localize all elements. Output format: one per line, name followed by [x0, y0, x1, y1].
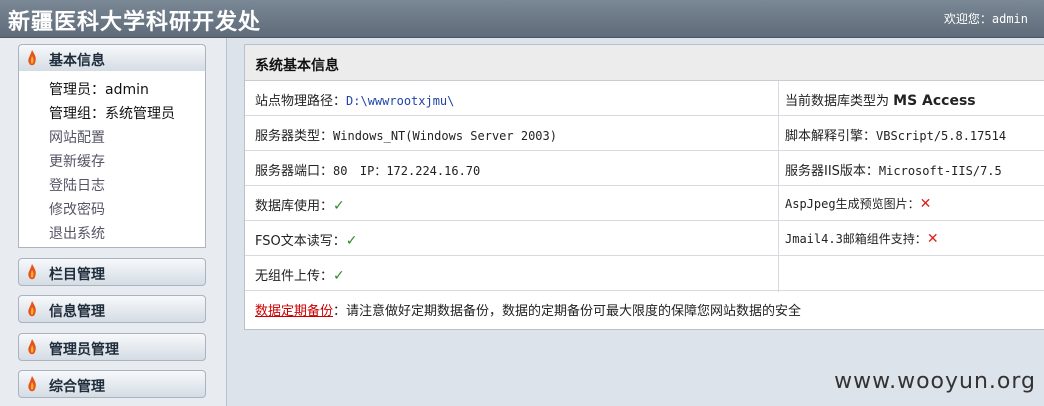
server-port: 服务器端口：80 IP：172.224.16.70: [255, 160, 480, 179]
menu-label: 管理员管理: [49, 342, 119, 358]
info-row: 服务器类型：Windows_NT(Windows Server 2003) 脚本…: [245, 116, 1044, 151]
iis-version: 服务器IIS版本：Microsoft-IIS/7.5: [785, 160, 1002, 179]
flame-icon: [28, 339, 36, 355]
basic-info-submenu: 管理员：admin 管理组：系统管理员 网站配置 更新缓存 登陆日志 修改密码 …: [18, 71, 206, 248]
backup-note: ：请注意做好定期数据备份，数据的定期备份可最大限度的保障您网站数据的安全: [333, 304, 802, 319]
change-password-link[interactable]: 修改密码: [49, 199, 105, 219]
flame-icon: [28, 376, 36, 392]
info-row: 数据库使用：✓ AspJpeg生成预览图片：✕: [245, 186, 1044, 221]
server-type: 服务器类型：Windows_NT(Windows Server 2003): [255, 125, 557, 144]
fso-label: FSO文本读写：: [255, 234, 346, 249]
admin-group: 管理组：系统管理员: [49, 106, 175, 122]
upload-label: 无组件上传：: [255, 269, 334, 284]
backup-notice: 数据定期备份：请注意做好定期数据备份，数据的定期备份可最大限度的保障您网站数据的…: [255, 300, 801, 319]
panel-title: 系统基本信息: [255, 58, 339, 74]
iis-label: 服务器IIS版本：: [785, 164, 879, 179]
ip-value: 172.224.16.70: [386, 164, 481, 178]
flame-icon: [28, 50, 36, 66]
ip-label: IP：: [359, 164, 387, 178]
menu-basic-info-label: 基本信息: [49, 53, 105, 69]
menu-admin-manage[interactable]: 管理员管理: [18, 333, 206, 361]
fso-support: FSO文本读写：✓: [255, 230, 357, 249]
port-value: 80: [333, 164, 348, 178]
welcome-text: 欢迎您：admin: [944, 10, 1028, 27]
system-info-panel: 系统基本信息 站点物理路径：D:\wwwrootxjmu\ 当前数据库类型为 M…: [244, 44, 1044, 330]
iis-value: Microsoft-IIS/7.5: [878, 164, 1002, 178]
check-icon: ✓: [333, 268, 345, 284]
admin-name: 管理员：admin: [49, 82, 149, 98]
cross-icon: ✕: [926, 231, 939, 247]
menu-label: 综合管理: [49, 379, 105, 395]
menu-general-manage[interactable]: 综合管理: [18, 370, 206, 398]
top-header: 新疆医科大学科研开发处 欢迎您：admin: [0, 0, 1044, 38]
server-type-label: 服务器类型：: [255, 129, 334, 144]
site-path-label: 站点物理路径：: [255, 94, 347, 109]
info-row: 站点物理路径：D:\wwwrootxjmu\ 当前数据库类型为 MS Acces…: [245, 81, 1044, 116]
login-log-link[interactable]: 登陆日志: [49, 175, 105, 195]
port-label: 服务器端口：: [255, 164, 334, 179]
db-usage-label: 数据库使用：: [255, 199, 334, 214]
aspjpeg-support: AspJpeg生成预览图片：✕: [785, 195, 931, 212]
main-content: 系统基本信息 站点物理路径：D:\wwwrootxjmu\ 当前数据库类型为 M…: [244, 44, 1044, 406]
menu-basic-info[interactable]: 基本信息: [18, 44, 206, 72]
check-icon: ✓: [345, 233, 358, 249]
update-cache-link[interactable]: 更新缓存: [49, 151, 105, 171]
site-path: 站点物理路径：D:\wwwrootxjmu\: [255, 90, 454, 109]
aspjpeg-label: AspJpeg生成预览图片：: [785, 197, 920, 211]
site-path-value: D:\wwwrootxjmu\: [346, 94, 455, 108]
db-type: 当前数据库类型为 MS Access: [785, 90, 976, 109]
menu-column-manage[interactable]: 栏目管理: [18, 258, 206, 286]
db-type-value: MS Access: [893, 93, 976, 109]
db-type-label: 当前数据库类型为: [785, 94, 890, 109]
jmail-label: Jmail4.3邮箱组件支持：: [785, 232, 927, 246]
flame-icon: [28, 264, 36, 280]
menu-label: 信息管理: [49, 304, 105, 320]
backup-link[interactable]: 数据定期备份: [255, 304, 333, 319]
watermark: www.wooyun.org: [834, 369, 1036, 394]
server-type-value: Windows_NT(Windows Server 2003): [333, 129, 557, 143]
script-engine: 脚本解释引擎：VBScript/5.8.17514: [785, 125, 1006, 144]
upload-support: 无组件上传：✓: [255, 265, 345, 284]
info-row: 服务器端口：80 IP：172.224.16.70 服务器IIS版本：Micro…: [245, 151, 1044, 186]
welcome-prefix: 欢迎您：: [943, 12, 992, 26]
flame-icon: [28, 301, 36, 317]
info-row: FSO文本读写：✓ Jmail4.3邮箱组件支持：✕: [245, 221, 1044, 256]
logout-link[interactable]: 退出系统: [49, 223, 105, 243]
script-engine-label: 脚本解释引擎：: [785, 129, 877, 144]
check-icon: ✓: [333, 198, 345, 214]
menu-label: 栏目管理: [49, 267, 105, 283]
sidebar: 基本信息 管理员：admin 管理组：系统管理员 网站配置 更新缓存 登陆日志 …: [0, 38, 227, 406]
site-title: 新疆医科大学科研开发处: [8, 9, 262, 35]
db-usage: 数据库使用：✓: [255, 195, 345, 214]
username: admin: [991, 12, 1028, 26]
jmail-support: Jmail4.3邮箱组件支持：✕: [785, 230, 939, 247]
site-config-link[interactable]: 网站配置: [49, 127, 105, 147]
panel-title-bar: 系统基本信息: [245, 45, 1044, 81]
info-row: 无组件上传：✓: [245, 256, 1044, 291]
script-engine-value: VBScript/5.8.17514: [876, 129, 1007, 143]
menu-info-manage[interactable]: 信息管理: [18, 295, 206, 323]
backup-row: 数据定期备份：请注意做好定期数据备份，数据的定期备份可最大限度的保障您网站数据的…: [245, 291, 1044, 326]
cross-icon: ✕: [919, 196, 932, 212]
